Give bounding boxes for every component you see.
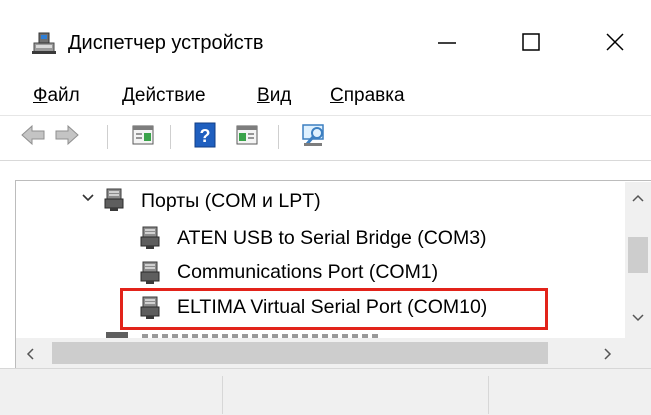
menu-help[interactable]: Справка [330,84,405,108]
menu-file-mnemonic: Ф [33,85,48,106]
chevron-up-icon [629,194,647,212]
port-icon [103,186,125,212]
minimize-icon [412,30,482,54]
minimize-button[interactable] [412,18,482,68]
update-driver-icon [235,123,259,152]
toolbar-separator [278,125,279,149]
maximize-icon [496,30,566,54]
menu-help-mnemonic: С [330,85,344,106]
scroll-left-button[interactable] [22,345,40,363]
help-button[interactable]: ? [190,122,220,152]
properties-button[interactable] [128,122,158,152]
window-title: Диспетчер устройств [68,32,264,54]
menu-action-rest: ействие [134,85,206,106]
menu-action[interactable]: Действие [122,84,206,108]
menu-help-rest: правка [343,85,405,106]
tree-device-aten-com3[interactable]: ATEN USB to Serial Bridge (COM3) [177,225,487,251]
svg-text:?: ? [200,126,211,146]
highlight-annotation [120,288,548,330]
horizontal-scrollbar-thumb[interactable] [52,342,548,364]
chevron-right-icon [598,348,616,367]
tree-category-ports[interactable]: Порты (COM и LPT) [141,188,321,214]
scroll-down-button[interactable] [629,308,647,326]
status-bar [0,368,651,415]
forward-arrow-icon [54,124,80,151]
toolbar-separator [170,125,171,149]
back-button[interactable] [18,122,48,152]
chevron-down-icon [629,313,647,330]
scroll-right-button[interactable] [598,345,616,363]
status-bar-divider [222,376,223,414]
port-icon [139,259,161,285]
close-button[interactable] [580,18,650,68]
chevron-left-icon [22,348,40,367]
forward-button[interactable] [52,122,82,152]
menu-view-mnemonic: В [257,85,270,106]
close-icon [580,30,650,54]
maximize-button[interactable] [496,18,566,68]
scan-hardware-button[interactable] [300,122,330,152]
port-icon [139,224,161,250]
menu-file[interactable]: Файл [33,84,80,108]
menu-action-mnemonic: Д [122,85,135,106]
scroll-up-button[interactable] [629,190,647,208]
chevron-down-icon [80,193,96,210]
help-icon: ? [193,122,217,153]
menu-view-rest: ид [269,85,292,106]
scan-hardware-icon [301,122,329,153]
properties-icon [131,123,155,152]
menu-view[interactable]: Вид [257,84,291,108]
vertical-scrollbar-thumb[interactable] [628,237,648,273]
status-bar-divider [488,376,489,414]
menu-bar [0,78,651,112]
menu-file-rest: айл [47,85,80,106]
update-driver-button[interactable] [232,122,262,152]
expand-toggle[interactable] [80,190,96,206]
device-manager-icon [31,29,57,55]
back-arrow-icon [20,124,46,151]
toolbar-separator [107,125,108,149]
tree-device-communications-com1[interactable]: Communications Port (COM1) [177,259,438,285]
